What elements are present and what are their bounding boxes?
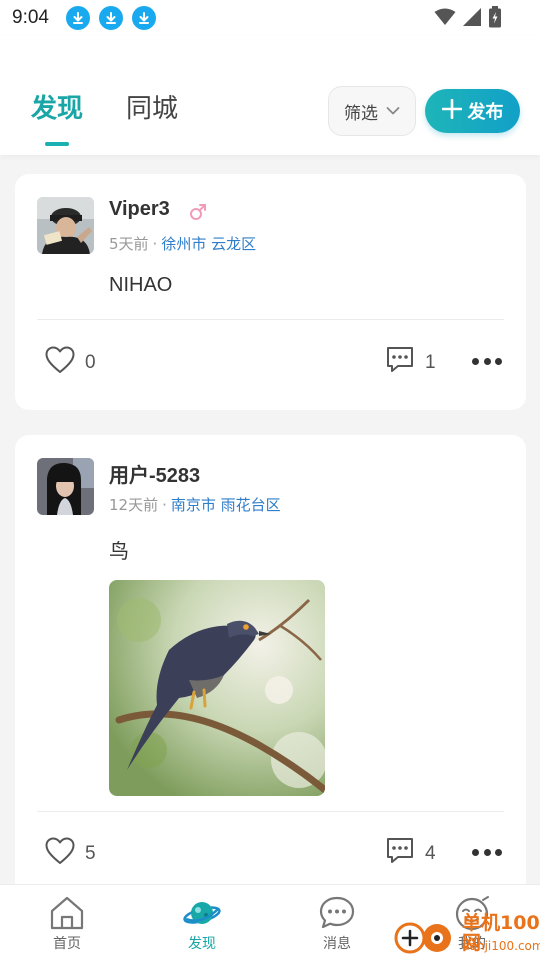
male-gender-icon bbox=[188, 202, 208, 226]
post-text: NIHAO bbox=[109, 274, 173, 296]
post-location[interactable]: 徐州市 云龙区 bbox=[161, 235, 256, 253]
watermark-sub: danji100.com bbox=[462, 939, 540, 953]
top-header: 发现 同城 筛选 发布 bbox=[0, 36, 540, 155]
avatar[interactable] bbox=[37, 458, 94, 515]
post-image[interactable] bbox=[109, 580, 325, 796]
comment-button[interactable]: 4 bbox=[385, 837, 436, 871]
post-card[interactable]: Viper3 5天前 · 徐州市 云龙区 NIHAO 0 1 bbox=[15, 174, 526, 410]
more-options-icon[interactable] bbox=[472, 848, 502, 856]
planet-icon bbox=[182, 893, 222, 933]
publish-button[interactable]: 发布 bbox=[425, 89, 520, 133]
like-count: 0 bbox=[85, 352, 96, 373]
filter-label: 筛选 bbox=[344, 103, 378, 124]
tab-active-indicator bbox=[45, 142, 69, 146]
comment-count: 4 bbox=[425, 843, 436, 864]
username[interactable]: Viper3 bbox=[109, 198, 170, 221]
nav-label: 首页 bbox=[53, 936, 81, 952]
divider bbox=[37, 811, 504, 812]
download-icon bbox=[131, 6, 156, 30]
meta-separator: · bbox=[162, 496, 167, 514]
meta-separator: · bbox=[152, 235, 158, 253]
post-time: 5天前 bbox=[109, 235, 149, 253]
tab-discover[interactable]: 发现 bbox=[31, 88, 83, 125]
like-count: 5 bbox=[85, 843, 96, 864]
wifi-icon bbox=[434, 8, 456, 30]
nav-item-messages[interactable]: 消息 bbox=[287, 885, 387, 960]
post-meta: 5天前 · 徐州市 云龙区 bbox=[109, 233, 256, 254]
status-bar: 9:04 bbox=[0, 0, 540, 36]
filter-button[interactable]: 筛选 bbox=[328, 86, 416, 136]
chevron-down-icon bbox=[386, 101, 400, 121]
post-location[interactable]: 南京市 雨花台区 bbox=[171, 496, 281, 514]
post-text: 鸟 bbox=[109, 541, 129, 563]
battery-icon bbox=[488, 6, 502, 32]
home-icon bbox=[48, 893, 86, 933]
nav-item-discover[interactable]: 发现 bbox=[152, 885, 252, 960]
post-time: 12天前 bbox=[109, 496, 159, 514]
divider bbox=[37, 319, 504, 320]
post-meta: 12天前 · 南京市 雨花台区 bbox=[109, 494, 281, 515]
like-button[interactable]: 5 bbox=[45, 837, 96, 871]
download-icon bbox=[65, 6, 90, 30]
signal-icon bbox=[462, 7, 482, 31]
nav-label: 发现 bbox=[188, 936, 216, 952]
like-button[interactable]: 0 bbox=[45, 346, 96, 380]
post-card[interactable]: 用户-5283 12天前 · 南京市 雨花台区 鸟 5 4 bbox=[15, 435, 526, 895]
watermark-logo-icon bbox=[392, 918, 456, 960]
comment-icon bbox=[385, 346, 415, 380]
status-time: 9:04 bbox=[12, 7, 49, 28]
publish-label: 发布 bbox=[467, 102, 504, 123]
comment-button[interactable]: 1 bbox=[385, 346, 436, 380]
nav-item-home[interactable]: 首页 bbox=[17, 885, 117, 960]
comment-count: 1 bbox=[425, 352, 436, 373]
plus-icon bbox=[441, 98, 462, 124]
watermark: 单机100网 danji100.com bbox=[392, 912, 540, 960]
comment-icon bbox=[385, 837, 415, 871]
download-icon bbox=[98, 6, 123, 30]
message-icon bbox=[318, 893, 356, 933]
username[interactable]: 用户-5283 bbox=[109, 459, 200, 488]
heart-icon bbox=[45, 837, 75, 871]
heart-icon bbox=[45, 346, 75, 380]
more-options-icon[interactable] bbox=[472, 357, 502, 365]
tab-same-city[interactable]: 同城 bbox=[126, 88, 178, 125]
avatar[interactable] bbox=[37, 197, 94, 254]
nav-label: 消息 bbox=[323, 936, 351, 952]
